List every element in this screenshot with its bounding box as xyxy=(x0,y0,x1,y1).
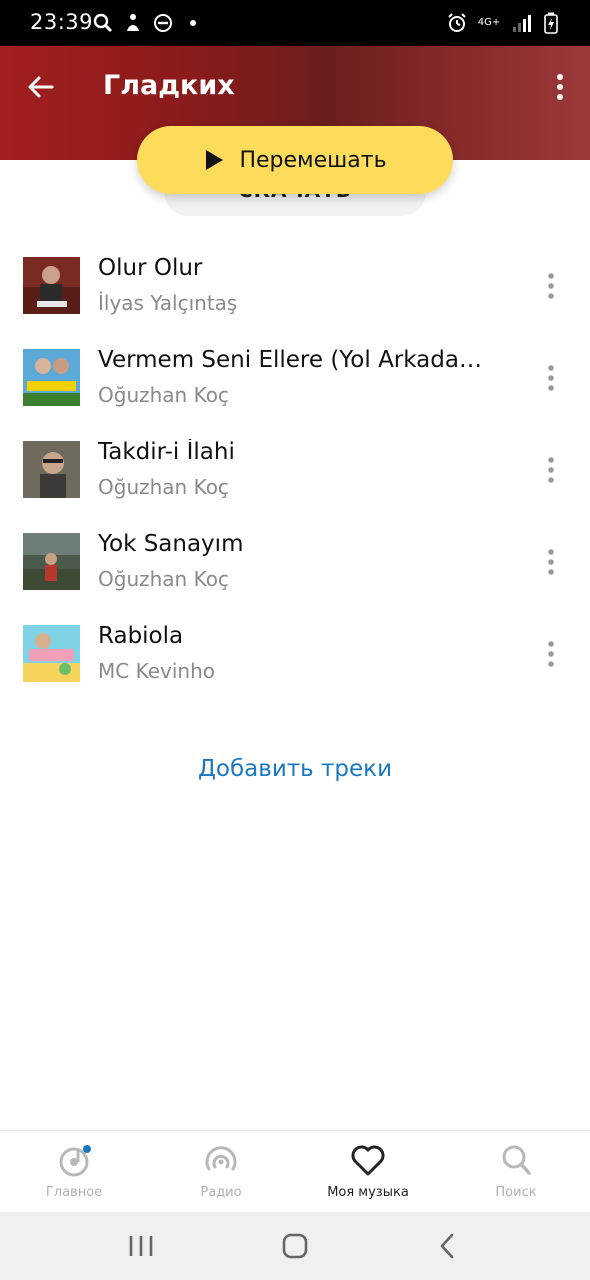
signal-icon xyxy=(510,12,532,34)
do-not-disturb-icon xyxy=(152,12,174,34)
track-row[interactable]: Vermem Seni Ellere (Yol Arkadaşı... Oğuz… xyxy=(0,347,590,441)
alarm-icon xyxy=(446,12,468,34)
system-nav-bar xyxy=(0,1212,590,1280)
shuffle-label: Перемешать xyxy=(239,147,387,173)
track-row[interactable]: Olur Olur İlyas Yalçıntaş xyxy=(0,255,590,349)
network-type: 4G+ xyxy=(476,12,502,34)
more-vertical-icon xyxy=(548,457,554,483)
track-row[interactable]: Yok Sanayım Oğuzhan Koç xyxy=(0,531,590,625)
track-more-button[interactable] xyxy=(540,547,562,577)
status-icons-left xyxy=(92,12,204,34)
track-title: Yok Sanayım xyxy=(98,531,244,557)
album-cover xyxy=(23,441,80,498)
page-title: Гладких xyxy=(103,70,235,101)
more-vertical-icon xyxy=(548,549,554,575)
heart-icon xyxy=(348,1141,388,1179)
dot-icon xyxy=(182,12,204,34)
status-bar: 23:39 4G+ xyxy=(0,0,590,46)
track-more-button[interactable] xyxy=(540,271,562,301)
track-title: Rabiola xyxy=(98,623,184,649)
arrow-left-icon xyxy=(28,76,54,98)
home-button[interactable] xyxy=(277,1230,313,1262)
status-icons-right: 4G+ xyxy=(446,12,562,34)
nav-label: Поиск xyxy=(495,1185,537,1200)
nav-label: Радио xyxy=(200,1185,242,1200)
album-cover xyxy=(23,257,80,314)
home-music-icon xyxy=(54,1141,94,1179)
bottom-nav: Главное Радио Моя музыка Поиск xyxy=(0,1130,590,1212)
album-cover xyxy=(23,625,80,682)
battery-charging-icon xyxy=(540,12,562,34)
recents-button[interactable] xyxy=(123,1230,159,1262)
album-cover xyxy=(23,533,80,590)
track-title: Olur Olur xyxy=(98,255,203,281)
nav-label: Главное xyxy=(45,1185,103,1200)
track-artist: MC Kevinho xyxy=(98,659,215,683)
nav-label: Моя музыка xyxy=(327,1185,409,1200)
track-row[interactable]: Rabiola MC Kevinho xyxy=(0,623,590,717)
track-more-button[interactable] xyxy=(540,639,562,669)
nav-item-radio[interactable]: Радио xyxy=(161,1141,281,1211)
radio-icon xyxy=(201,1141,241,1179)
search-icon xyxy=(496,1141,536,1179)
more-vertical-icon xyxy=(557,74,563,100)
accessibility-icon xyxy=(122,12,144,34)
track-artist: İlyas Yalçıntaş xyxy=(98,291,238,315)
search-icon xyxy=(92,12,114,34)
track-row[interactable]: Takdir-i İlahi Oğuzhan Koç xyxy=(0,439,590,533)
back-button[interactable] xyxy=(24,70,58,104)
nav-item-home[interactable]: Главное xyxy=(14,1141,134,1211)
track-more-button[interactable] xyxy=(540,363,562,393)
track-artist: Oğuzhan Koç xyxy=(98,567,229,591)
more-vertical-icon xyxy=(548,273,554,299)
network-label: 4G+ xyxy=(477,17,501,28)
more-vertical-icon xyxy=(548,365,554,391)
track-title: Vermem Seni Ellere (Yol Arkadaşı... xyxy=(98,347,490,373)
track-more-button[interactable] xyxy=(540,455,562,485)
nav-item-my-music[interactable]: Моя музыка xyxy=(308,1141,428,1211)
track-artist: Oğuzhan Koç xyxy=(98,383,229,407)
track-title: Takdir-i İlahi xyxy=(98,439,235,465)
play-icon xyxy=(206,150,224,170)
status-time: 23:39 xyxy=(30,10,94,34)
shuffle-button[interactable]: Перемешать xyxy=(137,126,453,194)
add-tracks-link[interactable]: Добавить треки xyxy=(0,756,590,782)
more-vertical-icon xyxy=(548,641,554,667)
back-icon xyxy=(440,1233,454,1259)
recents-icon xyxy=(129,1236,153,1256)
more-options-button[interactable] xyxy=(546,70,570,104)
back-nav-button[interactable] xyxy=(430,1230,466,1262)
album-cover xyxy=(23,349,80,406)
home-icon xyxy=(282,1233,308,1259)
track-artist: Oğuzhan Koç xyxy=(98,475,229,499)
nav-item-search[interactable]: Поиск xyxy=(456,1141,576,1211)
